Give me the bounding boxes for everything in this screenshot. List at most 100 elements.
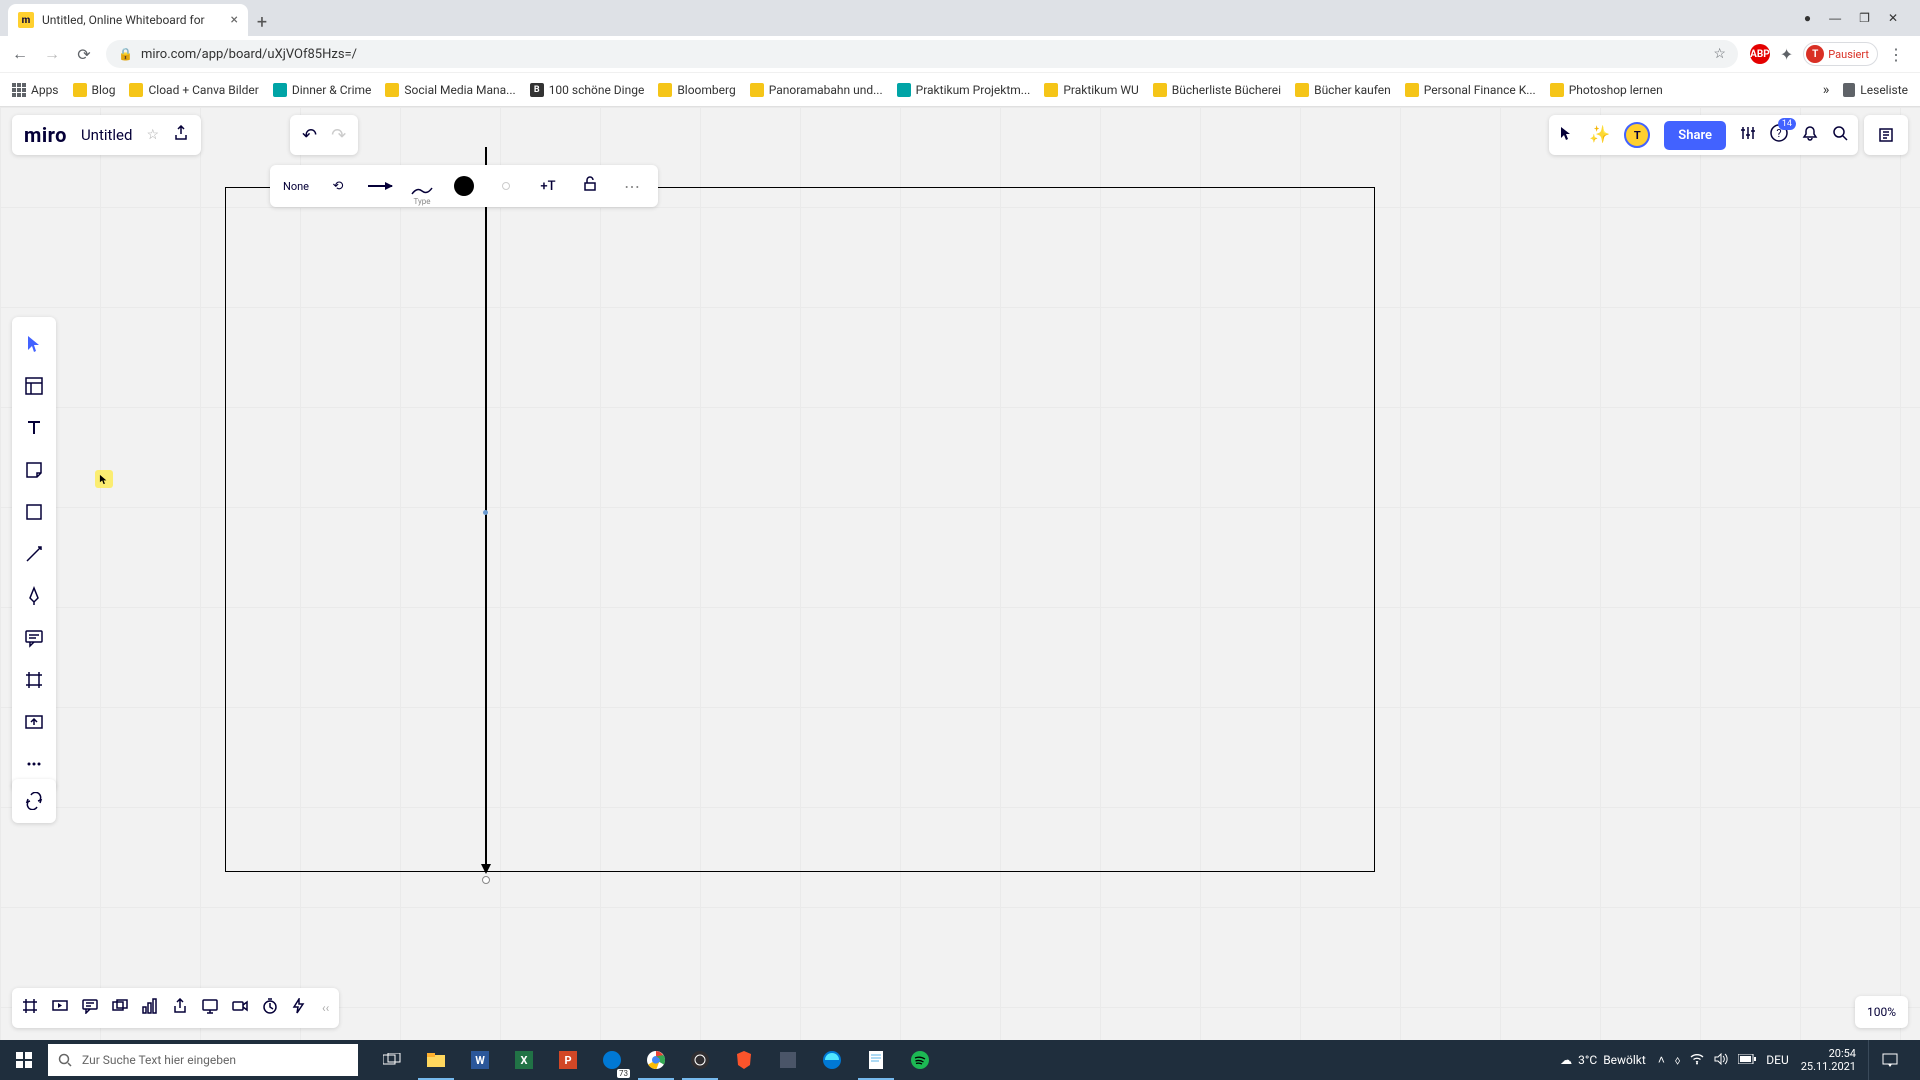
profile-pill[interactable]: T Pausiert [1803,42,1878,66]
search-button[interactable] [1832,125,1848,146]
line-endpoint-handle[interactable] [482,876,490,884]
line-route-button[interactable]: ⟲ [322,167,354,205]
text-tool[interactable] [12,409,56,447]
abp-extension-icon[interactable]: ABP [1750,44,1770,64]
volume-icon[interactable] [1714,1053,1728,1068]
minimize-button[interactable]: ― [1829,11,1841,25]
new-tab-button[interactable]: + [248,8,276,36]
taskbar-search[interactable]: Zur Suche Text hier eingeben [48,1044,358,1076]
clock[interactable]: 20:54 25.11.2021 [1801,1047,1856,1073]
tray-expand-button[interactable]: ˄ [1658,1053,1665,1067]
app-button-1[interactable] [766,1040,810,1080]
chart-button[interactable] [142,998,158,1018]
voting-button[interactable] [292,998,308,1018]
battery-icon[interactable] [1738,1053,1756,1067]
help-button[interactable]: ? 14 [1770,124,1788,147]
brave-button[interactable] [722,1040,766,1080]
screen-share-button[interactable] [202,998,218,1018]
task-view-button[interactable] [370,1040,414,1080]
powerpoint-button[interactable]: P [546,1040,590,1080]
settings-button[interactable] [1740,125,1756,146]
frames-list-button[interactable] [22,998,38,1018]
export-board-button[interactable] [172,998,188,1018]
obs-button[interactable] [678,1040,722,1080]
bookmark-item[interactable]: Bücherliste Bücherei [1153,83,1281,97]
bookmark-item[interactable]: Personal Finance K... [1405,83,1536,97]
bookmark-item[interactable]: Bloomberg [658,83,735,97]
select-tool[interactable] [12,325,56,363]
upload-tool[interactable] [12,703,56,741]
wifi-icon[interactable] [1690,1053,1704,1068]
video-button[interactable] [232,998,248,1018]
presentation-button[interactable] [52,998,68,1018]
shape-tool[interactable] [12,493,56,531]
user-avatar[interactable]: T [1624,122,1650,148]
bookmark-item[interactable]: B100 schöne Dinge [530,83,645,97]
notifications-button[interactable] [1802,125,1818,146]
browser-tab[interactable]: m Untitled, Online Whiteboard for × [8,4,248,36]
bookmark-item[interactable]: Bücher kaufen [1295,83,1391,97]
bluetooth-icon[interactable]: ⬨ [1675,1053,1680,1068]
apps-button[interactable] [12,779,56,823]
arrow-shape[interactable] [485,147,487,872]
more-options-button[interactable]: ⋯ [616,167,648,205]
zoom-level[interactable]: 100% [1855,996,1908,1028]
line-end-cap-button[interactable] [364,167,396,205]
bookmark-star-icon[interactable]: ☆ [1713,46,1726,62]
edge-dev-button[interactable]: 73 [590,1040,634,1080]
weather-widget[interactable]: ☁ 3°C Bewölkt [1560,1053,1646,1067]
miro-logo[interactable]: miro [24,123,67,147]
account-dot-icon[interactable]: ● [1804,11,1811,25]
bookmark-item[interactable]: Cload + Canva Bilder [129,83,258,97]
bookmark-item[interactable]: Praktikum Projektm... [897,83,1031,97]
line-color-button[interactable] [448,167,480,205]
file-explorer-button[interactable] [414,1040,458,1080]
line-thickness-button[interactable] [490,167,522,205]
line-midpoint-handle[interactable] [483,510,488,515]
activity-panel-button[interactable] [1864,115,1908,155]
excel-button[interactable]: X [502,1040,546,1080]
undo-button[interactable]: ↶ [302,125,317,146]
redo-button[interactable]: ↷ [331,125,346,146]
bookmark-item[interactable]: Social Media Mana... [385,83,515,97]
add-text-button[interactable]: +T [532,167,564,205]
line-type-button[interactable]: Type [406,167,438,205]
collapse-toolbar-button[interactable]: ‹‹ [322,1001,329,1015]
export-button[interactable] [173,125,189,145]
templates-tool[interactable] [12,367,56,405]
action-center-button[interactable] [1868,1040,1910,1080]
language-indicator[interactable]: DEU [1766,1053,1788,1067]
maximize-button[interactable]: ❐ [1859,11,1870,25]
frame-shape[interactable] [225,187,1375,872]
lock-button[interactable] [574,167,606,205]
tab-close-icon[interactable]: × [231,12,238,28]
forward-button[interactable]: → [42,44,62,64]
bookmark-apps[interactable]: Apps [12,83,59,97]
notepad-button[interactable] [854,1040,898,1080]
comment-tool[interactable] [12,619,56,657]
edge-button[interactable] [810,1040,854,1080]
bookmarks-overflow-button[interactable]: » [1823,82,1830,98]
pen-tool[interactable] [12,577,56,615]
cursor-mode-button[interactable] [1559,125,1575,146]
bookmark-item[interactable]: Blog [73,83,116,97]
comments-button[interactable] [82,998,98,1018]
spotify-button[interactable] [898,1040,942,1080]
favorite-star-icon[interactable]: ☆ [146,127,159,143]
more-tools-button[interactable] [12,745,56,783]
bookmark-item[interactable]: Photoshop lernen [1550,83,1663,97]
reactions-button[interactable]: ✨ [1589,125,1610,145]
back-button[interactable]: ← [10,44,30,64]
timer-button[interactable] [262,998,278,1018]
close-window-button[interactable]: ✕ [1888,11,1898,25]
line-start-cap-button[interactable]: None [280,167,312,205]
reading-list-button[interactable]: Leseliste [1843,83,1908,97]
board-title[interactable]: Untitled [81,126,133,144]
start-button[interactable] [0,1040,48,1080]
sticky-note-tool[interactable] [12,451,56,489]
chrome-menu-button[interactable]: ⋮ [1888,45,1904,64]
bookmark-item[interactable]: Dinner & Crime [273,83,372,97]
share-button[interactable]: Share [1664,121,1726,150]
card-button[interactable] [112,998,128,1018]
line-tool[interactable] [12,535,56,573]
